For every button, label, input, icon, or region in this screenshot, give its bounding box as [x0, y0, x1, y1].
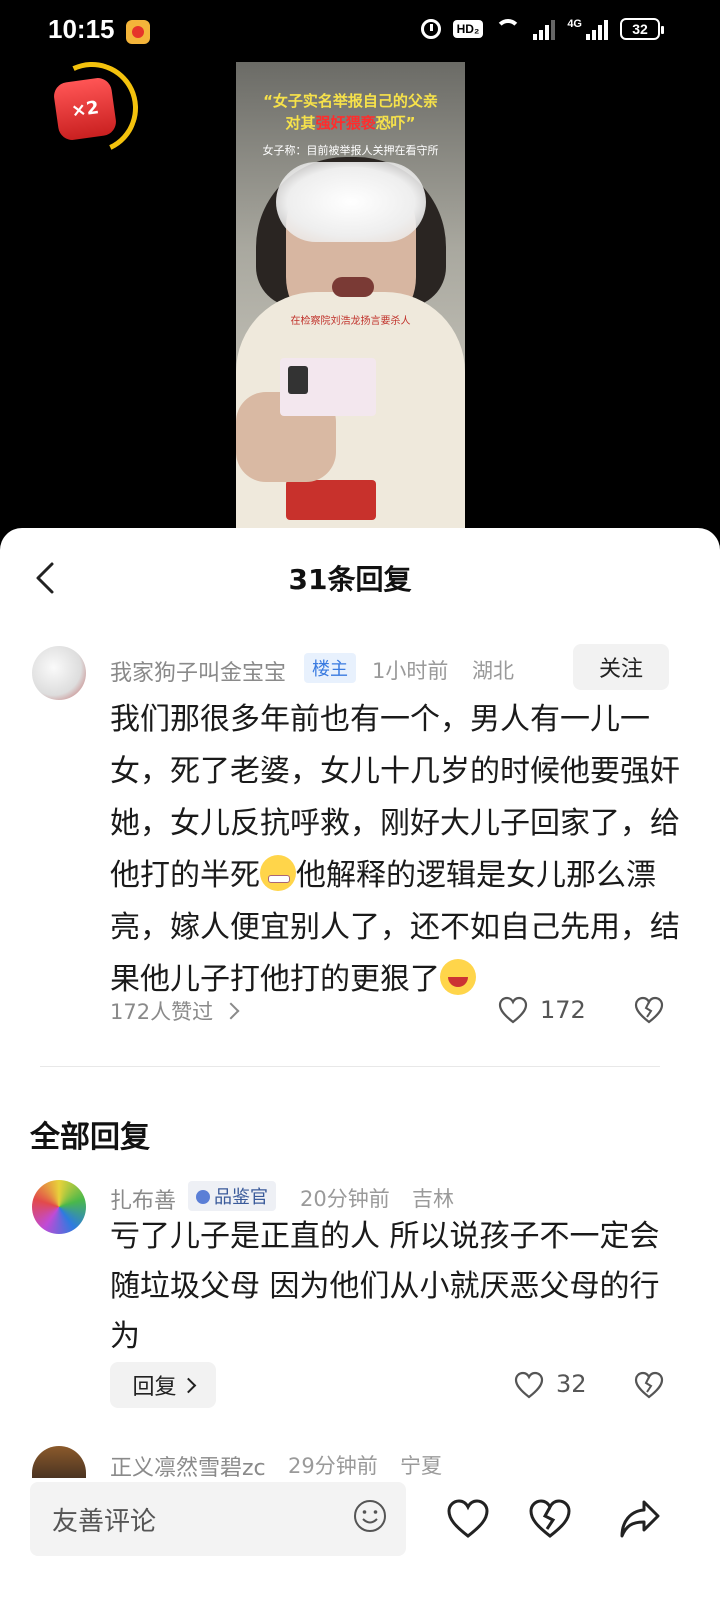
- comment-location: 湖北: [472, 659, 514, 683]
- laughing-crying-emoji-icon: [440, 959, 476, 995]
- like-count: 172: [540, 996, 586, 1024]
- share-icon[interactable]: [618, 1498, 662, 1540]
- wifi-icon: [495, 19, 522, 39]
- like-heart-icon[interactable]: [446, 1498, 490, 1540]
- judge-badge: 品鉴官: [188, 1181, 276, 1211]
- reply-time: 20分钟前: [300, 1187, 390, 1211]
- signal-icon-1: [533, 18, 556, 40]
- divider: [40, 1066, 660, 1067]
- dislike-broken-heart-icon[interactable]: [528, 1498, 572, 1540]
- follow-button[interactable]: 关注: [573, 644, 669, 690]
- video-title-highlight: 强奸猥亵: [315, 114, 376, 132]
- network-type-label: 4G: [567, 18, 582, 30]
- video-caption: 在检察院刘浩龙扬言要杀人: [290, 316, 411, 327]
- reply-text: 亏了儿子是正直的人 所以说孩子不一定会随垃圾父母 因为他们从小就厌恶父母的行为: [110, 1219, 660, 1354]
- video-player[interactable]: “女子实名举报自己的父亲 对其强奸猥亵恐吓” 女子称：目前被举报人关押在看守所 …: [236, 62, 465, 528]
- signal-icon-2: [586, 18, 608, 40]
- broken-heart-icon[interactable]: [634, 996, 664, 1024]
- status-icons: HD₂ 4G 32: [420, 18, 664, 40]
- comment-text: 我们那很多年前也有一个，男人有一儿一女，死了老婆，女儿十几岁的时候他要强奸她，女…: [110, 702, 680, 997]
- op-badge: 楼主: [304, 653, 356, 683]
- reply-username[interactable]: 扎布善: [110, 1183, 176, 1215]
- red-packet-widget[interactable]: ×2: [33, 49, 151, 167]
- comment-input[interactable]: 友善评论: [30, 1482, 406, 1556]
- sheet-title: 31条回复: [288, 563, 412, 596]
- face-blur-mask: [276, 162, 426, 242]
- likes-summary-link[interactable]: 172人赞过: [110, 996, 240, 1026]
- bottom-action-bar: 友善评论: [0, 1478, 720, 1612]
- grimace-emoji-icon: [260, 855, 296, 891]
- all-replies-heading: 全部回复: [30, 1120, 150, 1155]
- status-bar: 10:15 HD₂ 4G 32: [0, 0, 720, 64]
- red-packet-icon: ×2: [52, 76, 118, 142]
- video-subtitle: 女子称：目前被举报人关押在看守所: [262, 144, 439, 157]
- emoji-picker-icon[interactable]: [352, 1498, 388, 1534]
- comment-username[interactable]: 我家狗子叫金宝宝: [110, 655, 286, 687]
- reply-button[interactable]: 回复: [110, 1362, 216, 1408]
- chevron-right-icon: [180, 1377, 196, 1393]
- broken-heart-icon[interactable]: [634, 1371, 664, 1399]
- alarm-icon: [420, 19, 441, 39]
- hd-icon: HD₂: [452, 20, 484, 38]
- chevron-right-icon: [222, 1002, 240, 1020]
- comment-time: 1小时前: [372, 659, 449, 683]
- like-count: 32: [556, 1370, 587, 1398]
- heart-icon[interactable]: [514, 1371, 544, 1399]
- reply-sheet: 31条回复 我家狗子叫金宝宝 楼主 1小时前 湖北 关注 我们那很多年前也有一个…: [0, 528, 720, 1612]
- status-time: 10:15: [48, 14, 115, 44]
- reply-location: 宁夏: [400, 1454, 442, 1478]
- weibo-app-icon: [126, 20, 150, 44]
- verified-check-icon: [196, 1190, 210, 1204]
- video-title: “女子实名举报自己的父亲 对其强奸猥亵恐吓”: [263, 92, 438, 132]
- id-card-image: [280, 358, 376, 416]
- heart-icon[interactable]: [498, 996, 528, 1024]
- battery-icon: 32: [620, 18, 664, 40]
- reply-time: 29分钟前: [288, 1454, 378, 1478]
- avatar[interactable]: [32, 646, 86, 700]
- reply-location: 吉林: [412, 1187, 454, 1211]
- avatar[interactable]: [32, 1180, 86, 1234]
